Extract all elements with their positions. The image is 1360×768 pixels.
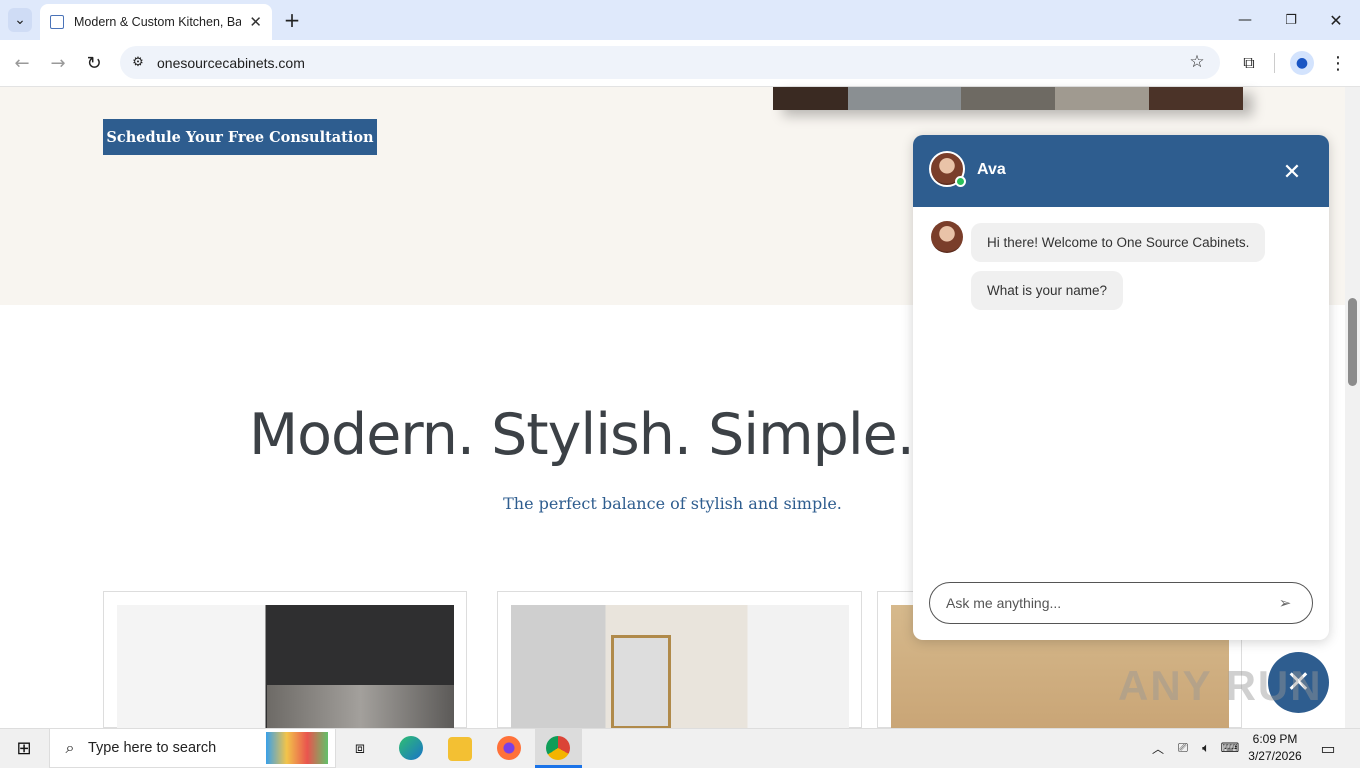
hero-image — [773, 87, 1243, 110]
chat-widget: Ava ✕ Hi there! Welcome to One Source Ca… — [913, 135, 1329, 640]
back-icon[interactable]: ← — [10, 50, 34, 76]
chrome-taskbar-active[interactable] — [535, 728, 582, 768]
search-icon: ⌕ — [65, 738, 75, 757]
clock-date: 3/27/2026 — [1248, 749, 1302, 763]
chat-header: Ava ✕ — [913, 135, 1329, 207]
task-view-icon[interactable]: ⧈ — [348, 737, 372, 759]
windows-start-icon[interactable]: ⊞ — [12, 737, 36, 759]
site-info-icon[interactable]: ⚙ — [128, 52, 148, 72]
chat-input-placeholder: Ask me anything... — [946, 595, 1062, 611]
show-hidden-icons[interactable]: ︿ — [1150, 738, 1166, 758]
file-explorer-icon[interactable] — [448, 737, 472, 761]
chat-message: Hi there! Welcome to One Source Cabinets… — [971, 223, 1266, 262]
product-card-kitchen[interactable] — [103, 591, 467, 729]
site-favicon-icon — [50, 15, 64, 29]
clock-time: 6:09 PM — [1252, 732, 1298, 746]
network-icon[interactable]: ⌨ — [1221, 738, 1240, 758]
tab-title: Modern & Custom Kitchen, Bat — [74, 15, 242, 29]
chrome-icon — [546, 736, 570, 760]
search-highlight-image — [266, 732, 328, 764]
close-chat-icon[interactable]: ✕ — [1279, 159, 1305, 185]
firefox-icon[interactable] — [497, 736, 521, 760]
chat-message: What is your name? — [971, 271, 1124, 310]
reload-icon[interactable]: ↻ — [82, 50, 106, 76]
notifications-icon[interactable]: ▭ — [1317, 737, 1339, 759]
meet-now-icon[interactable]: ⎚ — [1174, 738, 1192, 758]
bathroom-image — [511, 605, 849, 729]
restore-window-button[interactable]: ❐ — [1278, 8, 1304, 32]
chat-input[interactable]: Ask me anything... ➢ — [929, 582, 1313, 624]
edge-browser-icon[interactable] — [399, 736, 423, 760]
tab-close-icon[interactable]: ✕ — [249, 13, 262, 31]
agent-name: Ava — [977, 161, 1006, 178]
profile-avatar-icon[interactable]: ● — [1290, 51, 1314, 75]
bookmark-star-icon[interactable]: ☆ — [1186, 51, 1208, 73]
browser-tab[interactable]: Modern & Custom Kitchen, Bat ✕ — [40, 4, 272, 40]
taskbar-search-placeholder: Type here to search — [88, 740, 217, 756]
online-status-dot — [955, 176, 966, 187]
tab-search-button[interactable]: ⌄ — [8, 8, 32, 32]
mirror — [611, 635, 671, 729]
toolbar-divider — [1274, 53, 1275, 73]
taskbar-search[interactable]: ⌕ Type here to search — [49, 728, 336, 768]
new-tab-button[interactable]: + — [280, 8, 304, 32]
browser-menu-icon[interactable]: ⋮ — [1326, 50, 1350, 76]
close-window-button[interactable]: ✕ — [1323, 8, 1349, 32]
section-heading: Modern. Stylish. Simple. C — [249, 402, 909, 468]
minimize-window-button[interactable]: — — [1232, 8, 1258, 32]
volume-icon[interactable]: 🔈︎ — [1197, 738, 1215, 758]
clock[interactable]: 6:09 PM 3/27/2026 — [1244, 731, 1306, 765]
send-icon[interactable]: ➢ — [1274, 592, 1296, 614]
page-scrollbar[interactable] — [1345, 87, 1360, 728]
message-avatar — [931, 221, 963, 253]
address-bar[interactable]: ⚙ onesourcecabinets.com ☆ — [120, 46, 1220, 79]
product-card-bathroom[interactable] — [497, 591, 862, 729]
extensions-icon[interactable]: ⧉ — [1237, 50, 1261, 76]
kitchen-image — [117, 605, 454, 729]
forward-icon[interactable]: → — [46, 50, 70, 76]
backsplash — [267, 685, 454, 729]
url-text: onesourcecabinets.com — [157, 54, 305, 71]
scrollbar-thumb[interactable] — [1348, 298, 1357, 386]
schedule-consultation-button[interactable]: Schedule Your Free Consultation — [103, 119, 377, 155]
watermark: ANY RUN — [1118, 662, 1323, 709]
